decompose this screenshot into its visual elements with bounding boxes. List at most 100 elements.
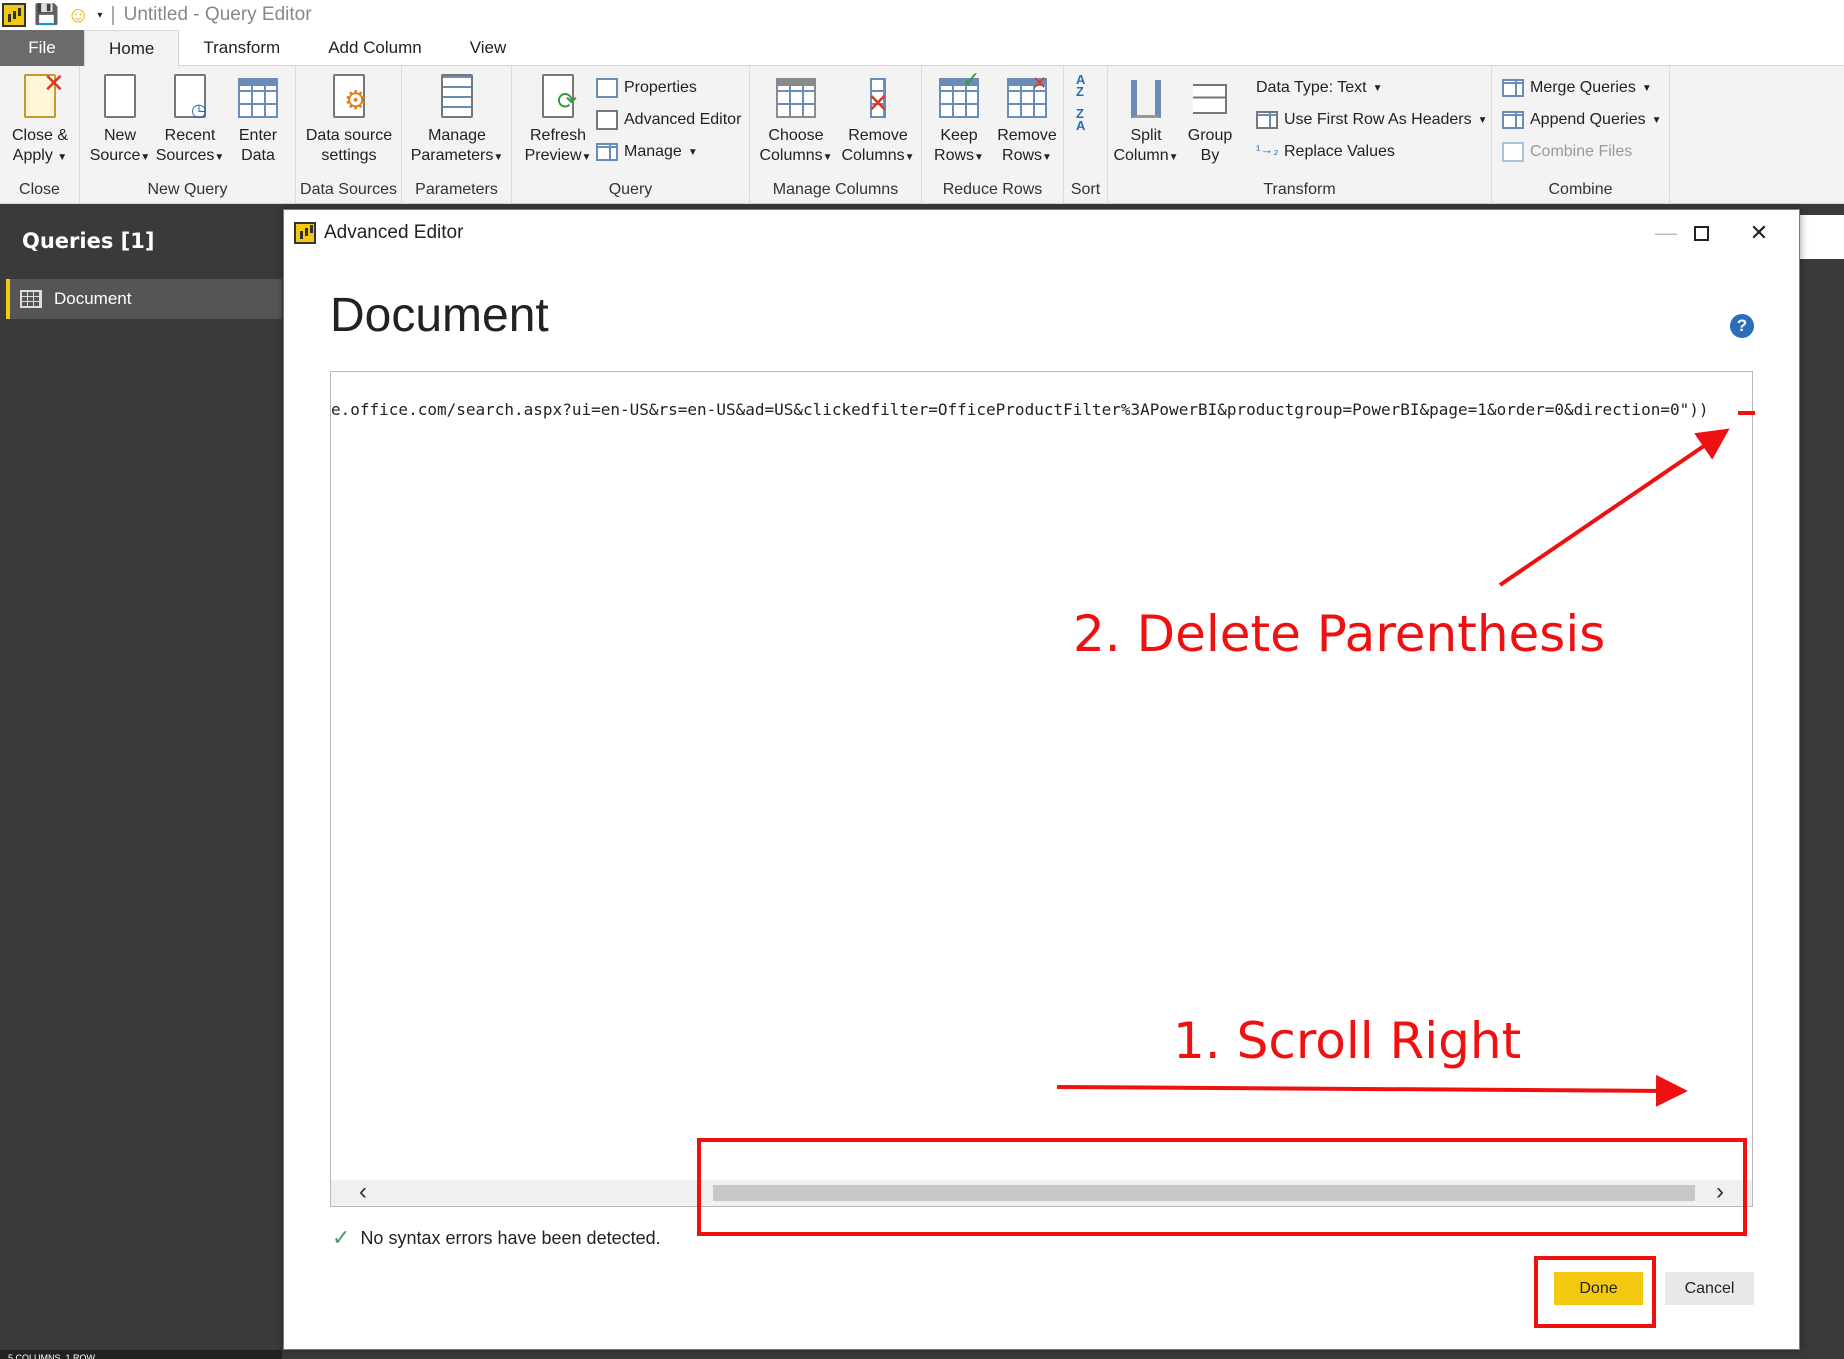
smiley-feedback-icon[interactable]: ☺: [67, 3, 89, 27]
remove-columns-label-1: Remove: [848, 127, 908, 144]
append-queries-button[interactable]: Append Queries ▼: [1502, 106, 1662, 134]
table-icon: [20, 290, 42, 308]
keep-rows-label-2: Rows▼: [934, 147, 984, 164]
tab-file[interactable]: File: [0, 30, 84, 66]
check-icon: ✓: [332, 1225, 351, 1250]
group-by-button[interactable]: Group By: [1182, 74, 1238, 166]
syntax-status: ✓ No syntax errors have been detected.: [332, 1225, 661, 1251]
help-icon[interactable]: ?: [1730, 314, 1754, 338]
choose-columns-icon: [775, 74, 817, 122]
cancel-button[interactable]: Cancel: [1665, 1272, 1754, 1305]
group-by-label-2: By: [1200, 147, 1220, 164]
group-label-close: Close: [19, 181, 60, 198]
first-row-headers-icon: [1256, 111, 1278, 129]
close-apply-button[interactable]: ✕ Close & Apply ▼: [6, 70, 74, 168]
data-type-dropdown[interactable]: Data Type: Text ▼: [1256, 74, 1383, 102]
merge-queries-button[interactable]: Merge Queries ▼: [1502, 74, 1652, 102]
new-source-label-1: New: [103, 127, 136, 144]
query-name-heading: Document: [330, 289, 549, 342]
refresh-preview-label-1: Refresh: [529, 127, 587, 144]
group-new-query: New Source▼ ◷ Recent Sources▼ Enter Data…: [80, 66, 296, 204]
title-separator: |: [110, 3, 116, 26]
group-query: ⟳ Refresh Preview▼ Properties Advanced E…: [512, 66, 750, 204]
sort-ascending-icon[interactable]: AZ: [1076, 73, 1085, 98]
group-label-data-sources: Data Sources: [300, 181, 397, 198]
tab-view[interactable]: View: [446, 30, 531, 66]
choose-columns-button[interactable]: Choose Columns▼: [754, 74, 838, 168]
replace-values-label: Replace Values: [1284, 143, 1395, 160]
group-by-icon: [1189, 74, 1231, 122]
replace-values-icon: ¹→₂: [1256, 142, 1279, 157]
advanced-editor-label: Advanced Editor: [624, 111, 742, 128]
group-data-sources: ⚙ Data source settings Data Sources: [296, 66, 402, 204]
code-editor[interactable]: e.office.com/search.aspx?ui=en-US&rs=en-…: [330, 371, 1753, 1207]
close-button[interactable]: ✕: [1724, 210, 1794, 256]
properties-label: Properties: [624, 79, 697, 96]
syntax-status-text: No syntax errors have been detected.: [360, 1227, 661, 1248]
use-first-row-headers-button[interactable]: Use First Row As Headers ▼: [1256, 106, 1488, 134]
new-source-button[interactable]: New Source▼: [86, 74, 154, 168]
group-close: ✕ Close & Apply ▼ Close: [0, 66, 80, 204]
recent-sources-label-2: Sources▼: [155, 147, 225, 164]
refresh-preview-icon: ⟳: [537, 74, 579, 122]
replace-values-button[interactable]: ¹→₂ Replace Values: [1256, 138, 1395, 166]
combine-files-icon: [1502, 142, 1524, 162]
append-queries-label: Append Queries: [1530, 111, 1646, 128]
manage-icon: [596, 143, 618, 161]
recent-sources-button[interactable]: ◷ Recent Sources▼: [154, 74, 226, 168]
use-first-row-headers-label: Use First Row As Headers: [1284, 111, 1472, 128]
query-item-document[interactable]: Document: [6, 279, 282, 319]
refresh-preview-button[interactable]: ⟳ Refresh Preview▼: [518, 74, 598, 168]
enter-data-icon: [237, 74, 279, 122]
quick-access-dropdown-icon[interactable]: ▾: [97, 10, 102, 21]
power-bi-logo-icon: [294, 222, 316, 244]
close-apply-label-2: Apply ▼: [12, 147, 68, 164]
append-queries-icon: [1502, 111, 1524, 129]
group-label-sort: Sort: [1070, 181, 1101, 198]
group-combine: Merge Queries ▼ Append Queries ▼ Combine…: [1492, 66, 1670, 204]
group-transform: Split Column▼ Group By Data Type: Text ▼…: [1108, 66, 1492, 204]
data-source-settings-icon: ⚙: [328, 74, 370, 122]
properties-icon: [596, 78, 618, 98]
annotation-box-scrollbar: [697, 1138, 1747, 1236]
queries-pane-title: Queries [1]: [22, 229, 155, 253]
dialog-title: Advanced Editor: [324, 222, 464, 243]
dialog-title-bar: Advanced Editor: [284, 210, 1799, 256]
queries-pane: Queries [1] Document: [0, 205, 282, 1359]
split-column-button[interactable]: Split Column▼: [1110, 74, 1182, 168]
data-source-settings-button[interactable]: ⚙ Data source settings: [300, 74, 398, 166]
remove-rows-button[interactable]: ✕ Remove Rows▼: [992, 73, 1062, 168]
tab-add-column[interactable]: Add Column: [304, 30, 446, 66]
window-title: Untitled - Query Editor: [123, 4, 312, 25]
enter-data-button[interactable]: Enter Data: [226, 74, 290, 166]
code-line[interactable]: e.office.com/search.aspx?ui=en-US&rs=en-…: [331, 400, 1709, 419]
properties-button[interactable]: Properties: [596, 74, 697, 102]
manage-parameters-button[interactable]: Manage Parameters▼: [406, 74, 508, 168]
close-apply-icon: ✕: [19, 70, 65, 122]
split-column-label-2: Column▼: [1113, 147, 1179, 164]
save-icon[interactable]: 💾: [34, 3, 59, 27]
merge-queries-dropdown-icon: ▼: [1641, 82, 1652, 94]
sort-descending-icon[interactable]: ZA: [1076, 107, 1085, 132]
advanced-editor-button[interactable]: Advanced Editor: [596, 106, 741, 134]
remove-columns-label-2: Columns▼: [841, 147, 915, 164]
manage-button[interactable]: Manage ▼: [596, 138, 698, 166]
keep-rows-button[interactable]: ✓ Keep Rows▼: [926, 69, 992, 168]
append-queries-dropdown-icon: ▼: [1651, 114, 1662, 126]
ribbon-tabs: File Home Transform Add Column View: [0, 30, 1844, 66]
remove-columns-icon: ✕: [857, 74, 899, 122]
tab-home[interactable]: Home: [84, 30, 180, 66]
annotation-step-1: 1. Scroll Right: [1173, 1012, 1522, 1070]
manage-parameters-label-2: Parameters▼: [410, 147, 504, 164]
remove-rows-label-1: Remove: [997, 127, 1057, 144]
combine-files-button[interactable]: Combine Files: [1502, 138, 1632, 166]
scroll-left-icon[interactable]: ‹: [351, 1180, 375, 1206]
group-label-new-query: New Query: [147, 181, 228, 198]
manage-label: Manage: [624, 143, 682, 160]
remove-rows-label-2: Rows▼: [1002, 147, 1052, 164]
status-bar: 5 COLUMNS, 1 ROW: [0, 1350, 282, 1359]
recent-sources-label-1: Recent: [164, 127, 216, 144]
tab-transform[interactable]: Transform: [179, 30, 304, 66]
remove-columns-button[interactable]: ✕ Remove Columns▼: [836, 74, 920, 168]
group-label-reduce-rows: Reduce Rows: [942, 181, 1043, 198]
